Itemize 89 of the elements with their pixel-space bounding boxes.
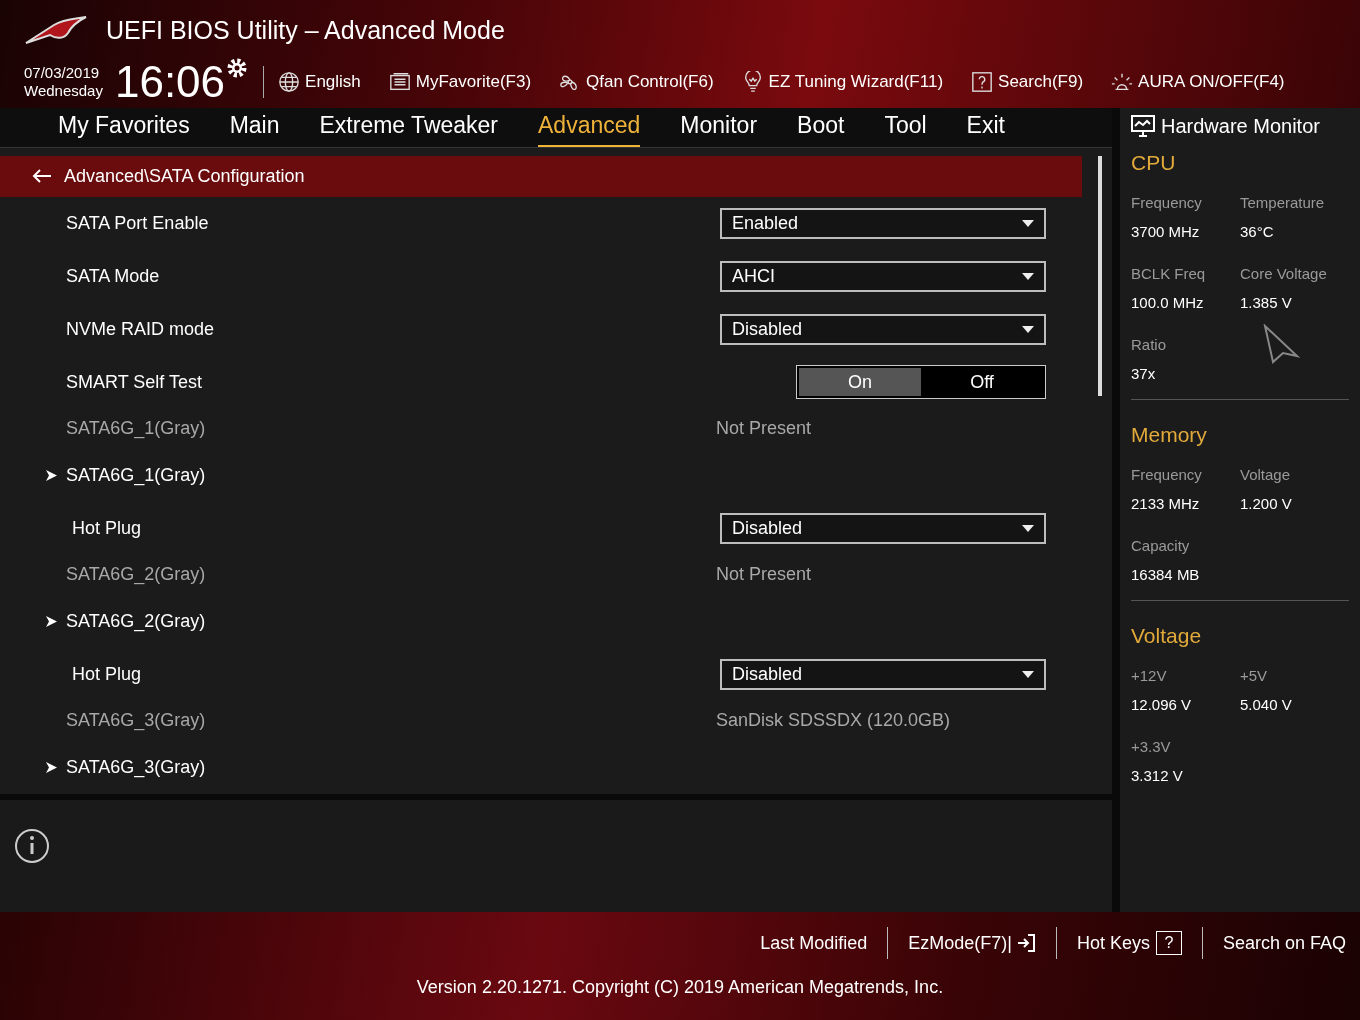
setting-label: Hot Plug [72,662,142,686]
globe-icon [278,71,301,93]
setting-label: SATA Mode [66,264,160,288]
reading-label: Capacity [1131,536,1191,556]
reading-label: Frequency [1131,465,1203,485]
setting-label: SATA6G_2(Gray) [66,563,206,587]
toolbar-button[interactable]: EZ Tuning Wizard(F11) [741,69,944,95]
clock-time: 16:06 [114,60,226,104]
submenu-item[interactable]: SATA6G_1(Gray) [66,461,206,489]
reading-value: 2133 MHz [1131,493,1201,514]
footer-link[interactable]: EzMode(F7)| [908,929,1036,957]
menu-tab[interactable]: Extreme Tweaker [319,108,499,147]
setting-value: Not Present [716,564,812,584]
caret-icon [1022,272,1034,280]
arrow-icon [46,615,57,627]
dropdown[interactable]: Disabled [720,313,1046,345]
dropdown[interactable]: Enabled [720,207,1046,239]
reading-label: Frequency [1131,193,1203,213]
reading-label: Voltage [1240,465,1292,485]
setting-label: NVMe RAID mode [66,317,215,341]
footer-link[interactable]: Search on FAQ [1222,929,1346,957]
section-title: Voltage [1131,623,1203,650]
setting-label: SMART Self Test [66,370,203,394]
question-icon [971,71,994,93]
reading-label: +3.3V [1131,737,1172,757]
setting-label: SATA6G_1(Gray) [66,417,206,441]
reading-label: Core Voltage [1240,264,1328,284]
scrollbar[interactable] [1098,155,1102,396]
reading-value: 36°C [1240,221,1275,242]
setting-value: Not Present [716,418,812,438]
toolbar-button[interactable]: MyFavorite(F3) [388,69,532,95]
reading-label: Ratio [1131,335,1168,355]
dropdown[interactable]: AHCI [720,260,1046,292]
footer-link[interactable]: Last Modified [760,929,868,957]
arrow-icon [46,469,57,481]
toolbar-button[interactable]: Search(F9) [971,69,1084,95]
caret-icon [1022,325,1034,333]
section-title: CPU [1131,150,1177,177]
monitor-icon [1131,115,1155,137]
toggle-switch[interactable]: On Off [796,365,1046,399]
setting-label: SATA6G_3(Gray) [66,709,206,733]
submenu-item[interactable]: SATA6G_3(Gray) [66,753,206,781]
pointer-icon [1262,324,1300,364]
breadcrumb-text: Advanced\SATA Configuration [64,164,305,188]
reading-label: BCLK Freq [1131,264,1207,284]
back-arrow-icon[interactable] [32,168,52,184]
logo-icon [24,15,88,47]
reading-label: +5V [1240,666,1269,686]
setting-value: SanDisk SDSSDX (120.0GB) [716,710,951,730]
caret-icon [1022,670,1034,678]
menu-tab[interactable]: Exit [966,108,1005,147]
list-icon [388,71,411,93]
reading-value: 1.200 V [1240,493,1293,514]
menu-tab[interactable]: Boot [797,108,845,147]
reading-label: +12V [1131,666,1168,686]
footer-link[interactable]: Hot Keys ? [1076,929,1182,957]
reading-label: Temperature [1240,193,1326,213]
reading-value: 1.385 V [1240,292,1293,313]
menu-tab[interactable]: Tool [884,108,927,147]
reading-value: 100.0 MHz [1131,292,1205,313]
reading-value: 3700 MHz [1131,221,1201,242]
window-title: UEFI BIOS Utility – Advanced Mode [106,15,505,47]
aura-light-icon [1111,71,1134,93]
arrow-icon [46,761,57,773]
reading-value: 16384 MB [1131,564,1201,585]
menu-tab[interactable]: My Favorites [58,108,190,147]
info-icon [14,827,50,864]
exit-icon [1015,933,1036,953]
caret-icon [1022,524,1034,532]
dropdown[interactable]: Disabled [720,512,1046,544]
toolbar-button[interactable]: English [278,69,361,95]
setting-label: Hot Plug [72,516,142,540]
date-text: 07/03/2019 [24,64,101,82]
section-title: Memory [1131,422,1208,449]
toolbar-button[interactable]: AURA ON/OFF(F4) [1111,69,1285,95]
caret-icon [1022,219,1034,227]
weekday-text: Wednesday [24,82,103,100]
submenu-item[interactable]: SATA6G_2(Gray) [66,607,206,635]
menu-tab[interactable]: Main [229,108,280,147]
dropdown[interactable]: Disabled [720,658,1046,690]
reading-value: 37x [1131,363,1157,384]
menu-tab[interactable]: Monitor [680,108,758,147]
setting-label: SATA Port Enable [66,211,209,235]
panel-title: Hardware Monitor [1161,114,1320,139]
reading-value: 5.040 V [1240,694,1293,715]
version-text: Version 2.20.1271. Copyright (C) 2019 American Megatrends, Inc. [416,976,944,999]
reading-value: 12.096 V [1131,694,1193,715]
reading-value: 3.312 V [1131,765,1184,786]
toolbar-button[interactable]: Qfan Control(F6) [559,69,714,95]
